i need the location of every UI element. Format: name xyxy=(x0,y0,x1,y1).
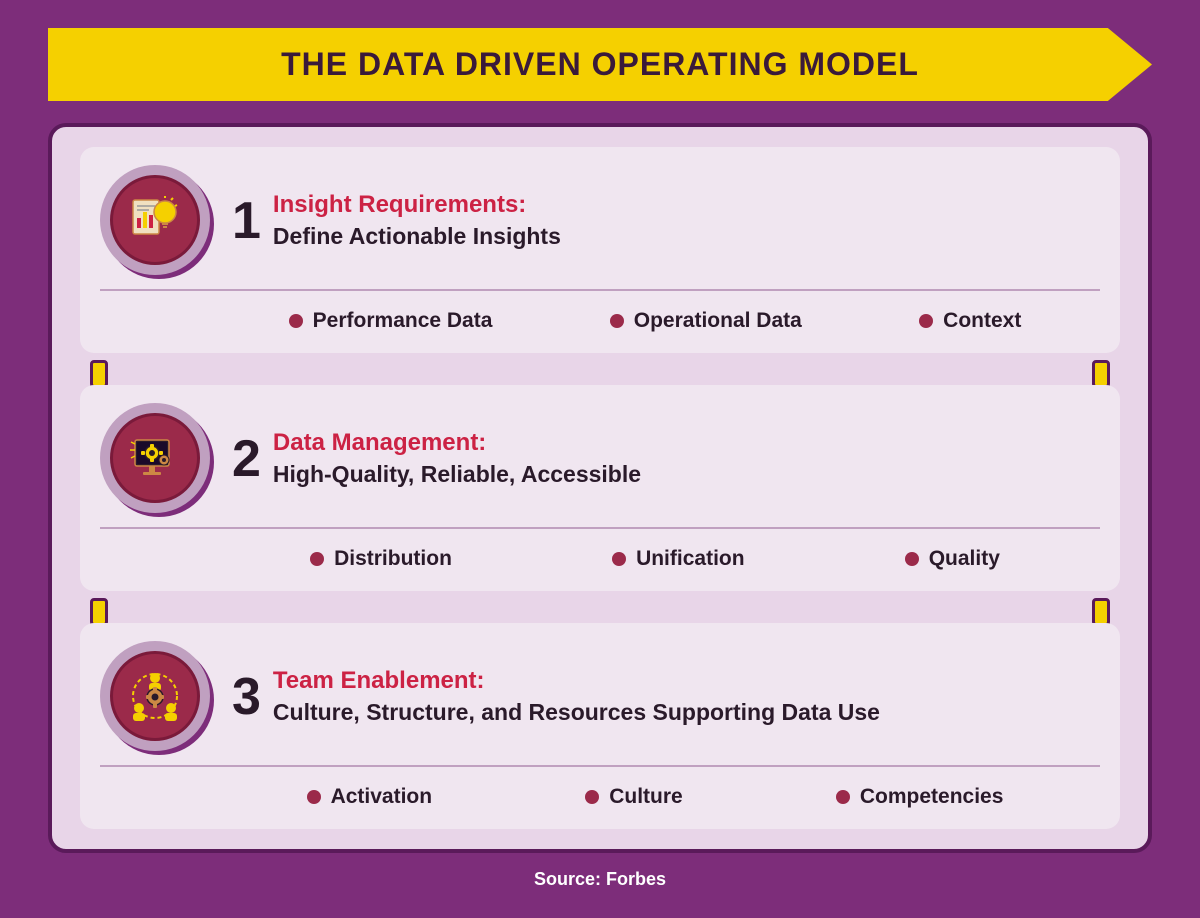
bullet-dot-3a xyxy=(307,790,321,804)
bullet-dot-2a xyxy=(310,552,324,566)
row-section-2: 2 Data Management: High-Quality, Reliabl… xyxy=(80,385,1120,591)
bullet-label-1a: Performance Data xyxy=(313,309,493,333)
row-text-3: Team Enablement: Culture, Structure, and… xyxy=(273,667,880,726)
bullet-label-3b: Culture xyxy=(609,785,683,809)
row-text-2: Data Management: High-Quality, Reliable,… xyxy=(273,429,641,488)
connector-dot-left-2 xyxy=(90,598,108,626)
row-label-1: Insight Requirements: xyxy=(273,191,561,219)
connector-2 xyxy=(80,601,1120,623)
row-label-2: Data Management: xyxy=(273,429,641,457)
row-heading-3: 3 Team Enablement: Culture, Structure, a… xyxy=(232,667,880,726)
bullet-label-2a: Distribution xyxy=(334,547,452,571)
bullet-row-1: Performance Data Operational Data Contex… xyxy=(100,303,1100,337)
row-number-1: 1 xyxy=(232,195,261,247)
bullet-item-2c: Quality xyxy=(905,547,1000,571)
bullet-item-3c: Competencies xyxy=(836,785,1004,809)
bullet-item-3a: Activation xyxy=(307,785,433,809)
bullet-dot-2b xyxy=(612,552,626,566)
team-icon xyxy=(110,651,200,741)
icon-circle-1 xyxy=(100,165,210,275)
icon-circle-3 xyxy=(100,641,210,751)
divider-1 xyxy=(100,289,1100,291)
bullet-label-3c: Competencies xyxy=(860,785,1004,809)
bullet-label-2c: Quality xyxy=(929,547,1000,571)
main-content: 1 Insight Requirements: Define Actionabl… xyxy=(48,123,1152,853)
connector-dot-right-2 xyxy=(1092,598,1110,626)
bullet-item-1c: Context xyxy=(919,309,1021,333)
bullet-dot-1c xyxy=(919,314,933,328)
management-icon xyxy=(110,413,200,503)
insights-icon xyxy=(110,175,200,265)
row-label-3: Team Enablement: xyxy=(273,667,880,695)
connector-dot-left-1 xyxy=(90,360,108,388)
row-top-3: 3 Team Enablement: Culture, Structure, a… xyxy=(100,641,1100,751)
row-top-1: 1 Insight Requirements: Define Actionabl… xyxy=(100,165,1100,275)
row-section-1: 1 Insight Requirements: Define Actionabl… xyxy=(80,147,1120,353)
title-banner: THE DATA DRIVEN OPERATING MODEL xyxy=(48,28,1152,101)
bullet-item-1b: Operational Data xyxy=(610,309,802,333)
row-heading-1: 1 Insight Requirements: Define Actionabl… xyxy=(232,191,561,250)
row-section-3: 3 Team Enablement: Culture, Structure, a… xyxy=(80,623,1120,829)
bullet-label-1c: Context xyxy=(943,309,1021,333)
bullet-item-1a: Performance Data xyxy=(289,309,493,333)
bullet-dot-3c xyxy=(836,790,850,804)
bullet-item-2b: Unification xyxy=(612,547,745,571)
row-heading-2: 2 Data Management: High-Quality, Reliabl… xyxy=(232,429,641,488)
source-value: Forbes xyxy=(606,869,666,889)
bullet-row-3: Activation Culture Competencies xyxy=(100,779,1100,813)
bullet-dot-1b xyxy=(610,314,624,328)
divider-2 xyxy=(100,527,1100,529)
row-top-2: 2 Data Management: High-Quality, Reliabl… xyxy=(100,403,1100,513)
bullet-row-2: Distribution Unification Quality xyxy=(100,541,1100,575)
source-footer: Source: Forbes xyxy=(534,869,666,890)
row-number-2: 2 xyxy=(232,433,261,485)
row-sub-3: Culture, Structure, and Resources Suppor… xyxy=(273,699,880,726)
divider-3 xyxy=(100,765,1100,767)
bullet-dot-1a xyxy=(289,314,303,328)
row-number-3: 3 xyxy=(232,671,261,723)
connector-1 xyxy=(80,363,1120,385)
connector-dot-right-1 xyxy=(1092,360,1110,388)
bullet-dot-3b xyxy=(585,790,599,804)
bullet-item-3b: Culture xyxy=(585,785,683,809)
bullet-dot-2c xyxy=(905,552,919,566)
row-sub-1: Define Actionable Insights xyxy=(273,223,561,250)
source-label: Source: xyxy=(534,869,601,889)
bullet-item-2a: Distribution xyxy=(310,547,452,571)
row-text-1: Insight Requirements: Define Actionable … xyxy=(273,191,561,250)
bullet-label-3a: Activation xyxy=(331,785,433,809)
icon-circle-2 xyxy=(100,403,210,513)
main-title: THE DATA DRIVEN OPERATING MODEL xyxy=(88,46,1112,83)
row-sub-2: High-Quality, Reliable, Accessible xyxy=(273,461,641,488)
bullet-label-1b: Operational Data xyxy=(634,309,802,333)
bullet-label-2b: Unification xyxy=(636,547,745,571)
